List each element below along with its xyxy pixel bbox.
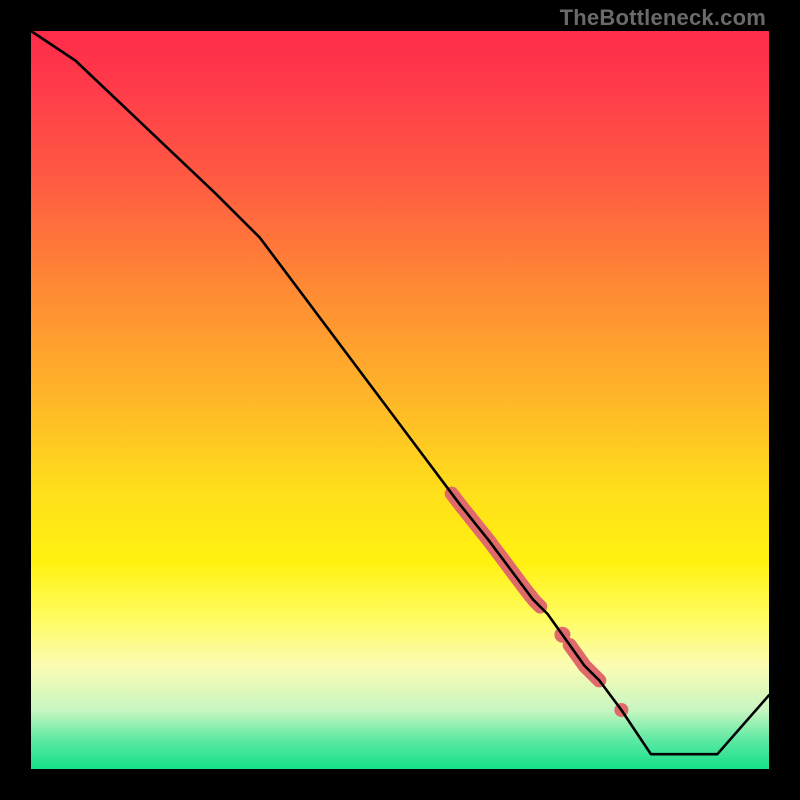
chart-plot-area — [31, 31, 769, 769]
chart-svg — [31, 31, 769, 769]
chart-stage: TheBottleneck.com — [0, 0, 800, 800]
watermark-label: TheBottleneck.com — [560, 5, 766, 31]
bottleneck-curve — [31, 31, 769, 754]
